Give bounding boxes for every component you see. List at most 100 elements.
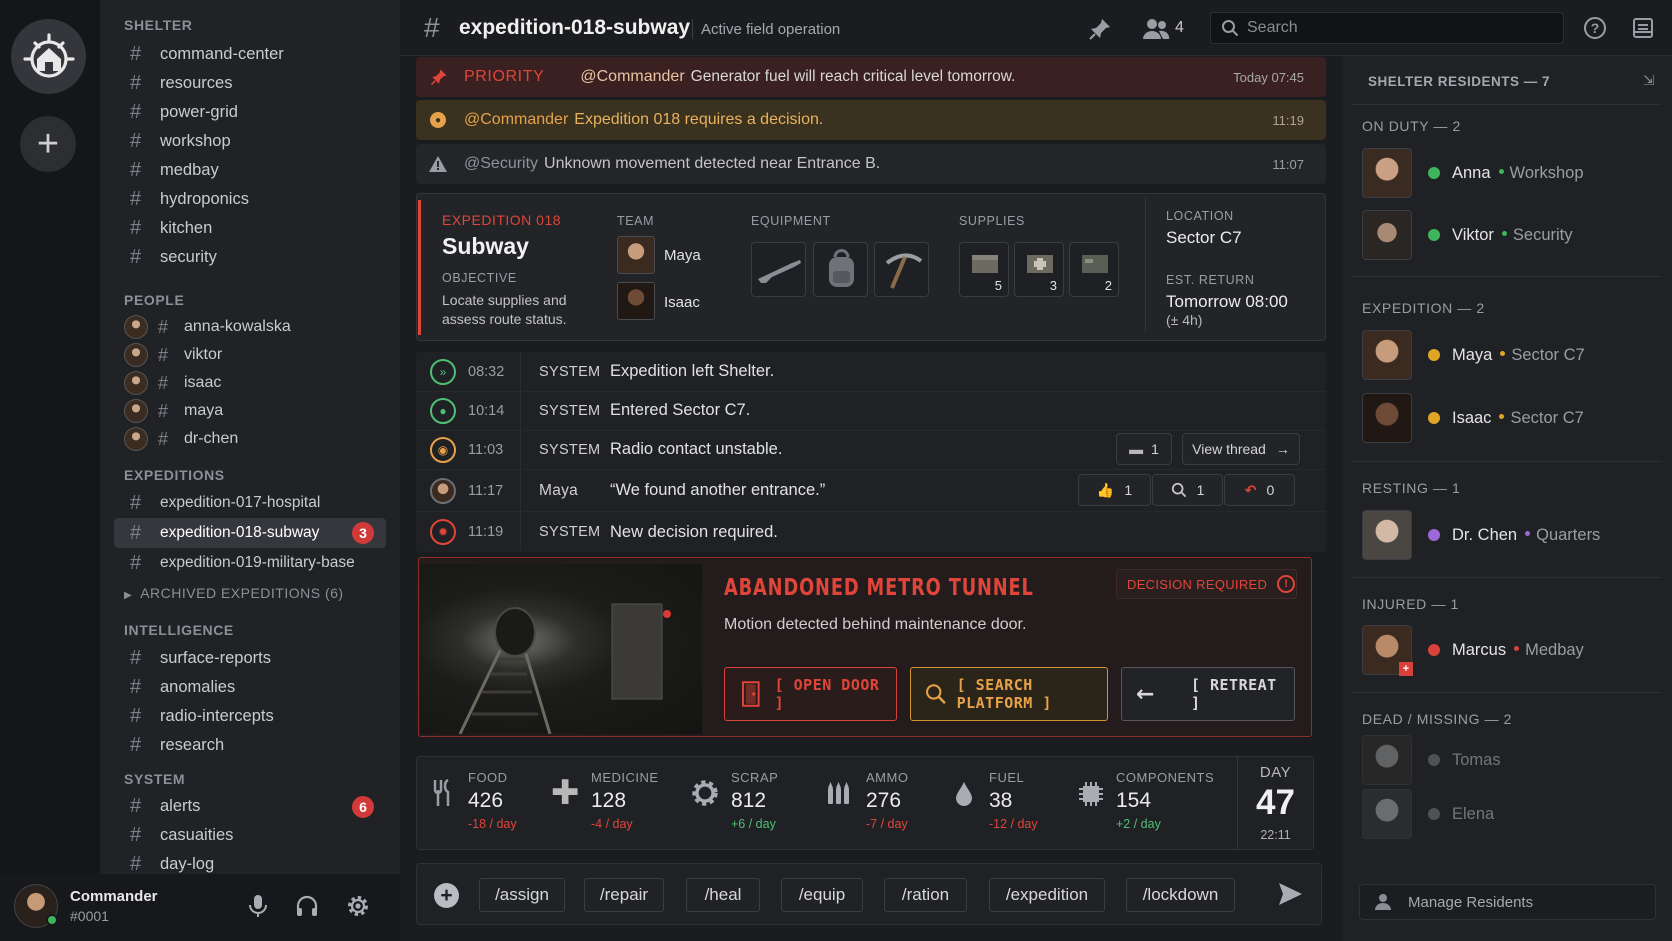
person-channel-anna[interactable]: # anna-kowalska	[124, 313, 291, 341]
channel-workshop[interactable]: # workshop	[114, 127, 386, 155]
channel-kitchen[interactable]: # kitchen	[114, 214, 386, 242]
inbox-icon[interactable]	[1631, 16, 1655, 45]
person-channel-maya[interactable]: # maya	[124, 397, 223, 425]
channel-description: Active field operation	[701, 21, 841, 38]
resident-elena[interactable]: Elena	[1362, 787, 1494, 841]
channel-security[interactable]: # security	[114, 243, 386, 271]
microphone-icon[interactable]	[248, 894, 268, 923]
command-ration[interactable]: /ration	[884, 878, 967, 912]
command-expedition[interactable]: /expedition	[989, 878, 1105, 912]
search-input[interactable]: Search	[1210, 12, 1564, 44]
avatar[interactable]	[617, 236, 655, 274]
resident-maya[interactable]: Maya Sector C7	[1362, 328, 1585, 382]
retreat-button[interactable]: ← [ RETREAT ]	[1121, 667, 1295, 721]
medkit-icon[interactable]: 3	[1014, 242, 1064, 297]
channel-command-center[interactable]: # command-center	[114, 40, 386, 68]
resident-viktor[interactable]: Viktor Security	[1362, 208, 1573, 262]
command-repair[interactable]: /repair	[584, 878, 664, 912]
command-heal[interactable]: /heal	[686, 878, 760, 912]
collapse-icon[interactable]: ⇲	[1643, 72, 1655, 89]
channel-resources[interactable]: # resources	[114, 69, 386, 97]
person-channel-dr-chen[interactable]: # dr-chen	[124, 425, 238, 453]
user-tag: #0001	[70, 908, 109, 924]
resource-ammo: AMMO 276 -7 / day	[866, 770, 909, 831]
resident-dr-chen[interactable]: Dr. Chen Quarters	[1362, 508, 1600, 562]
channel-hydroponics[interactable]: # hydroponics	[114, 185, 386, 213]
status-dot	[1428, 349, 1440, 361]
decision-alert[interactable]: ● @Commander Expedition 018 requires a d…	[416, 100, 1326, 140]
settings-gear-icon[interactable]	[345, 893, 371, 924]
crate-icon[interactable]: 5	[959, 242, 1009, 297]
hash-icon: #	[158, 344, 169, 365]
resident-marcus[interactable]: + Marcus Medbay	[1362, 623, 1584, 677]
group-resting: RESTING — 1	[1362, 480, 1461, 496]
pin-icon[interactable]	[1088, 17, 1112, 46]
reply-count-button[interactable]: ▬ 1	[1116, 433, 1172, 465]
shelter-logo[interactable]	[11, 19, 86, 94]
command-equip[interactable]: /equip	[781, 878, 863, 912]
avatar	[1362, 510, 1412, 560]
resident-tomas[interactable]: Tomas	[1362, 733, 1501, 787]
avatar[interactable]	[617, 282, 655, 320]
channel-expedition-018[interactable]: # expedition-018-subway 3	[114, 518, 386, 548]
security-alert[interactable]: @Security Unknown movement detected near…	[416, 144, 1326, 184]
avatar	[1362, 148, 1412, 198]
add-server-button[interactable]: +	[20, 116, 76, 172]
supply-count: 2	[1104, 278, 1112, 293]
send-icon[interactable]	[1277, 881, 1303, 912]
resident-anna[interactable]: Anna Workshop	[1362, 146, 1584, 200]
log-entry: ● 10:14 SYSTEM Entered Sector C7.	[416, 391, 1326, 431]
person-channel-viktor[interactable]: # viktor	[124, 341, 222, 369]
expedition-name: Subway	[442, 233, 529, 259]
person-icon	[1375, 894, 1391, 910]
person-channel-isaac[interactable]: # isaac	[124, 369, 221, 397]
unread-badge: 6	[352, 796, 374, 818]
mention[interactable]: @Commander	[464, 111, 568, 129]
channel-anomalies[interactable]: # anomalies	[114, 673, 386, 701]
ammo-box-icon[interactable]: 2	[1069, 242, 1119, 297]
mention[interactable]: @Commander	[580, 68, 684, 86]
avatar	[1362, 789, 1412, 839]
channel-casualties[interactable]: # casuaities	[114, 821, 386, 849]
avatar	[1362, 735, 1412, 785]
help-icon[interactable]: ?	[1583, 16, 1607, 45]
channel-power-grid[interactable]: # power-grid	[114, 98, 386, 126]
members-icon[interactable]	[1142, 17, 1170, 46]
hash-icon: #	[130, 71, 142, 94]
user-panel	[0, 874, 400, 941]
log-entry: 11:17 Maya “We found another entrance.” …	[416, 470, 1326, 512]
rifle-icon[interactable]	[751, 242, 806, 297]
view-thread-button[interactable]: View thread →	[1182, 433, 1300, 465]
location-value: Sector C7	[1166, 228, 1242, 247]
add-attachment-button[interactable]: +	[434, 883, 459, 908]
channel-medbay[interactable]: # medbay	[114, 156, 386, 184]
backpack-icon[interactable]	[813, 242, 868, 297]
warning-icon	[429, 156, 447, 172]
channel-expedition-017[interactable]: # expedition-017-hospital	[114, 489, 386, 517]
manage-residents-button[interactable]: Manage Residents	[1359, 884, 1656, 920]
command-assign[interactable]: /assign	[479, 878, 565, 912]
channel-surface-reports[interactable]: # surface-reports	[114, 644, 386, 672]
open-door-button[interactable]: [ OPEN DOOR ]	[724, 667, 897, 721]
hash-icon: #	[130, 100, 142, 123]
channel-expedition-019[interactable]: # expedition-019-military-base	[114, 549, 386, 577]
resident-isaac[interactable]: Isaac Sector C7	[1362, 391, 1584, 445]
command-lockdown[interactable]: /lockdown	[1126, 878, 1235, 912]
mention[interactable]: @Security	[464, 155, 538, 173]
search-platform-button[interactable]: [ SEARCH PLATFORM ]	[910, 667, 1108, 721]
pickaxe-icon[interactable]	[874, 242, 929, 297]
headphones-icon[interactable]	[295, 894, 319, 923]
hash-icon: #	[130, 42, 142, 65]
priority-alert[interactable]: PRIORITY @Commander Generator fuel will …	[416, 57, 1326, 97]
hash-icon: #	[130, 823, 142, 846]
channel-alerts[interactable]: # alerts 6	[114, 792, 386, 820]
decision-title: ABANDONED METRO TUNNEL	[724, 575, 1034, 601]
archived-expeditions-toggle[interactable]: ▶ ARCHIVED EXPEDITIONS (6)	[124, 585, 344, 601]
priority-tag: PRIORITY	[464, 68, 545, 85]
search-reaction[interactable]: 1	[1152, 474, 1223, 506]
resource-food: FOOD 426 -18 / day	[468, 770, 517, 831]
channel-radio-intercepts[interactable]: # radio-intercepts	[114, 702, 386, 730]
channel-research[interactable]: # research	[114, 731, 386, 759]
like-reaction[interactable]: 👍 1	[1078, 474, 1151, 506]
retreat-reaction[interactable]: ↶ 0	[1224, 474, 1295, 506]
